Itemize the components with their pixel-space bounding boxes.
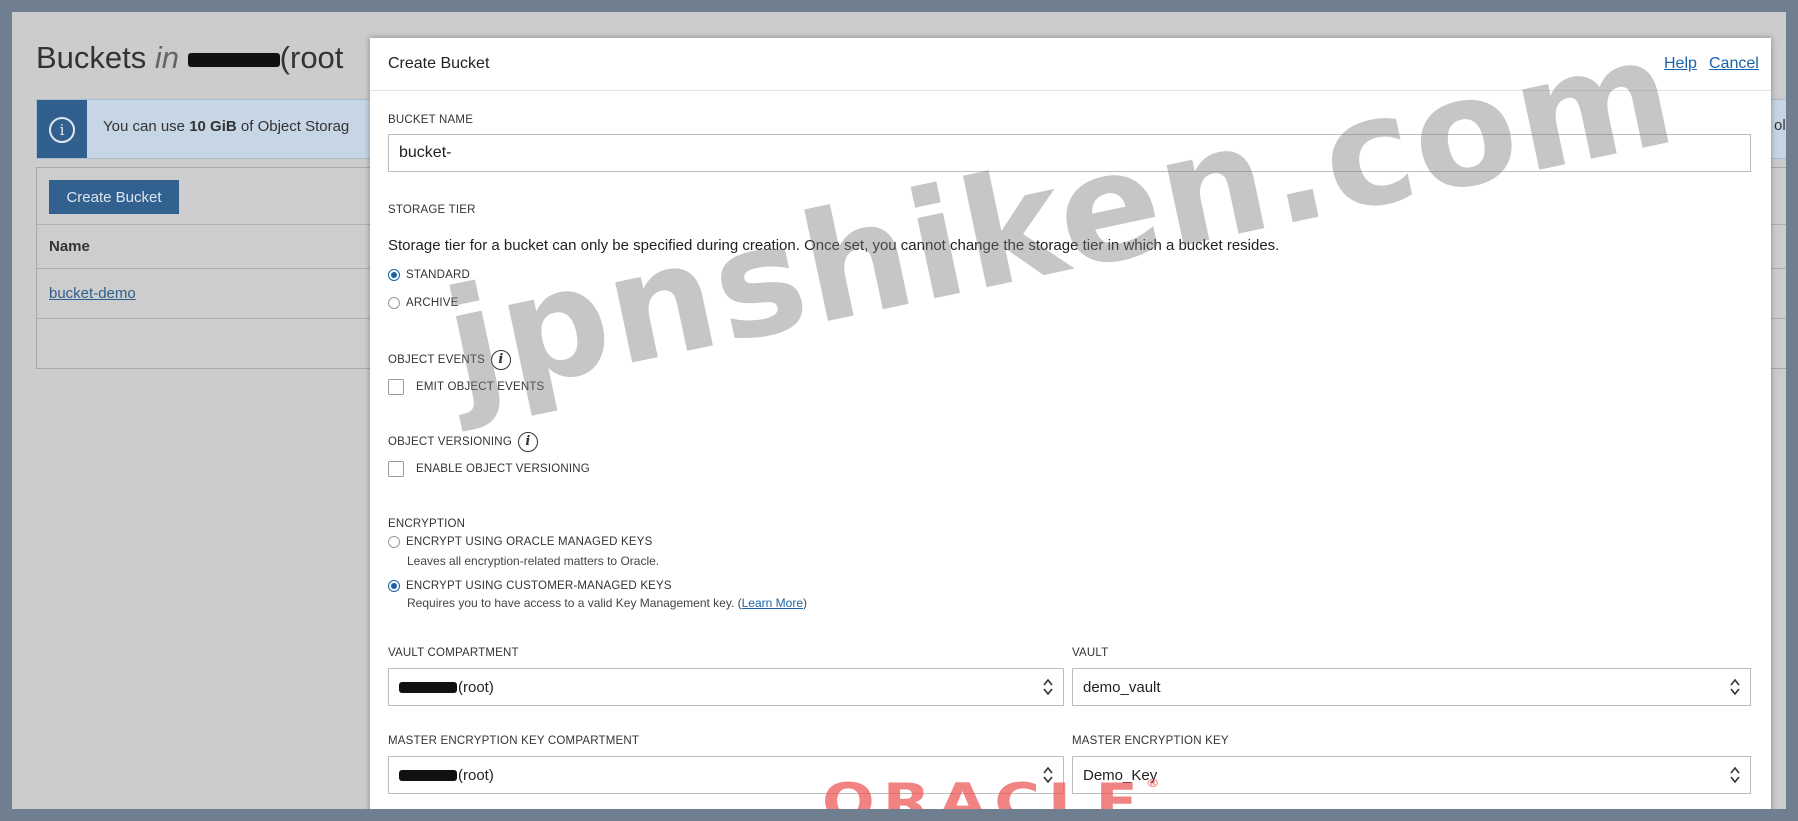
storage-tier-description: Storage tier for a bucket can only be sp… (388, 237, 1280, 254)
info-icon[interactable]: i (490, 350, 511, 370)
master-key-label: MASTER ENCRYPTION KEY (1072, 735, 1229, 747)
object-versioning-label: OBJECT VERSIONING i (388, 432, 538, 452)
dialog-title: Create Bucket (388, 55, 490, 72)
chevron-up-down-icon (1043, 678, 1053, 696)
storage-tier-label: STORAGE TIER (388, 204, 476, 216)
bucket-name-label: BUCKET NAME (388, 114, 474, 126)
vault-compartment-label: VAULT COMPARTMENT (388, 647, 519, 659)
radio-button[interactable] (388, 297, 400, 309)
vault-compartment-select[interactable]: (root) (388, 668, 1064, 706)
info-icon[interactable]: i (517, 432, 538, 452)
info-banner-text: You can use 10 GiB of Object Storag (103, 118, 350, 135)
create-bucket-button[interactable]: Create Bucket (49, 180, 179, 214)
radio-archive[interactable]: ARCHIVE (388, 297, 459, 309)
bucket-name-input[interactable] (388, 134, 1751, 172)
chevron-up-down-icon (1730, 766, 1740, 784)
info-icon: i (49, 117, 75, 143)
key-compartment-label: MASTER ENCRYPTION KEY COMPARTMENT (388, 735, 640, 747)
radio-standard[interactable]: STANDARD (388, 269, 470, 281)
redacted-text (187, 52, 280, 67)
cancel-link[interactable]: Cancel (1709, 55, 1759, 73)
radio-oracle-managed-keys[interactable]: ENCRYPT USING ORACLE MANAGED KEYS (388, 536, 652, 548)
help-link[interactable]: Help (1664, 55, 1697, 73)
page-title: Buckets in (root (36, 40, 344, 75)
column-header-name: Name (49, 238, 90, 255)
vault-select[interactable]: demo_vault (1072, 668, 1751, 706)
create-bucket-dialog: Create Bucket Help Cancel BUCKET NAME ST… (370, 38, 1771, 809)
screenshot-frame: Buckets in (root i You can use 10 GiB of… (12, 12, 1786, 809)
chevron-up-down-icon (1730, 678, 1740, 696)
radio-button[interactable] (388, 580, 400, 592)
oracle-logo-watermark: ORACLE® (822, 772, 1160, 809)
info-banner-fragment: ol (1774, 117, 1786, 134)
object-events-label: OBJECT EVENTS i (388, 350, 511, 370)
radio-button[interactable] (388, 269, 400, 281)
emit-object-events-checkbox[interactable]: EMIT OBJECT EVENTS (388, 379, 544, 395)
vault-label: VAULT (1072, 647, 1109, 659)
oracle-managed-keys-description: Leaves all encryption-related matters to… (407, 554, 660, 568)
bucket-link[interactable]: bucket-demo (49, 285, 136, 302)
radio-customer-managed-keys[interactable]: ENCRYPT USING CUSTOMER-MANAGED KEYS (388, 580, 672, 592)
enable-object-versioning-checkbox[interactable]: ENABLE OBJECT VERSIONING (388, 461, 590, 477)
master-key-select[interactable]: Demo_Key (1072, 756, 1751, 794)
learn-more-link[interactable]: Learn More (742, 596, 803, 610)
redacted-text (399, 769, 457, 781)
dialog-header: Create Bucket Help Cancel (370, 38, 1771, 91)
redacted-text (399, 681, 457, 693)
radio-button[interactable] (388, 536, 400, 548)
encryption-label: ENCRYPTION (388, 518, 466, 530)
customer-managed-keys-description: Requires you to have access to a valid K… (407, 596, 807, 610)
checkbox[interactable] (388, 461, 404, 477)
checkbox[interactable] (388, 379, 404, 395)
